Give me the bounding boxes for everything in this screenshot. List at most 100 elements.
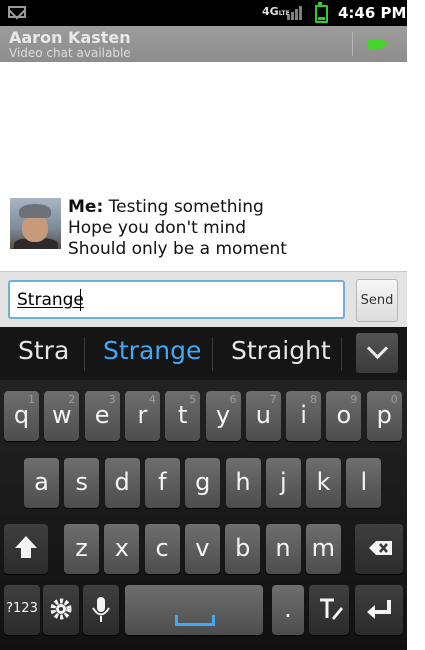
key-label: y xyxy=(215,401,231,429)
key-g[interactable]: g xyxy=(185,458,221,508)
contact-name: Aaron Kasten xyxy=(9,28,131,47)
shift-key[interactable] xyxy=(4,524,48,574)
key-label: s xyxy=(75,468,89,496)
key-u[interactable]: u7 xyxy=(245,391,281,441)
message-input[interactable]: Strange xyxy=(8,280,345,319)
key-m[interactable]: m xyxy=(305,524,341,574)
key-hint: 5 xyxy=(189,393,197,406)
settings-key[interactable] xyxy=(43,585,79,635)
keyboard: ?123 . q1w2e3r4t5y6u7i8o9p0asdfghjklzxcv… xyxy=(0,380,407,650)
key-i[interactable]: i8 xyxy=(286,391,322,441)
message-line: Testing something xyxy=(108,197,264,217)
key-h[interactable]: h xyxy=(225,458,261,508)
key-label: h xyxy=(235,468,251,496)
voice-input-key[interactable] xyxy=(83,585,119,635)
chevron-down-icon xyxy=(366,337,389,360)
key-b[interactable]: b xyxy=(225,524,261,574)
suggestion-strip: Stra Strange Straight xyxy=(0,327,407,380)
key-c[interactable]: c xyxy=(144,524,180,574)
battery-icon xyxy=(315,2,328,23)
key-label: r xyxy=(137,401,148,429)
key-y[interactable]: y6 xyxy=(205,391,241,441)
signal-icon xyxy=(287,6,305,20)
suggestion-divider xyxy=(84,337,85,371)
suggestion-divider xyxy=(212,337,213,371)
key-z[interactable]: z xyxy=(64,524,99,574)
gear-icon xyxy=(50,598,72,620)
key-label: n xyxy=(275,534,291,562)
phone-screen: 4GLTE 4:46 PM Aaron Kasten Video chat av… xyxy=(0,0,407,650)
key-e[interactable]: e3 xyxy=(84,391,120,441)
key-label: g xyxy=(195,468,211,496)
text-edit-key[interactable] xyxy=(309,585,349,635)
text-caret xyxy=(80,289,81,311)
key-label: o xyxy=(336,401,352,429)
message-line: Should only be a moment xyxy=(68,239,287,259)
key-hint: 9 xyxy=(350,393,358,406)
key-j[interactable]: j xyxy=(265,458,301,508)
message-line: Hope you don't mind xyxy=(68,218,247,238)
key-o[interactable]: o9 xyxy=(326,391,362,441)
key-label: f xyxy=(158,468,167,496)
suggestion-item[interactable]: Straight xyxy=(231,336,331,365)
chat-header: Aaron Kasten Video chat available xyxy=(0,26,407,62)
suggestion-item-selected[interactable]: Strange xyxy=(103,336,201,365)
key-n[interactable]: n xyxy=(265,524,301,574)
key-label: z xyxy=(75,534,88,562)
backspace-key[interactable] xyxy=(355,524,403,574)
key-label: e xyxy=(94,401,110,429)
key-hint: 4 xyxy=(148,393,156,406)
key-r[interactable]: r4 xyxy=(124,391,160,441)
contact-status: Video chat available xyxy=(9,46,131,60)
key-w[interactable]: w2 xyxy=(44,391,80,441)
status-bar: 4GLTE 4:46 PM xyxy=(0,0,407,26)
backspace-icon xyxy=(369,541,392,555)
key-a[interactable]: a xyxy=(24,458,59,508)
key-d[interactable]: d xyxy=(104,458,140,508)
key-v[interactable]: v xyxy=(184,524,220,574)
shift-arrow-icon xyxy=(15,536,37,558)
key-label: t xyxy=(177,401,188,429)
key-q[interactable]: q1 xyxy=(4,391,39,441)
key-x[interactable]: x xyxy=(104,524,140,574)
key-s[interactable]: s xyxy=(64,458,100,508)
key-label: v xyxy=(195,534,210,562)
key-label: p xyxy=(376,401,392,429)
key-label: u xyxy=(255,401,271,429)
key-label: i xyxy=(300,401,307,429)
space-key[interactable] xyxy=(125,585,263,635)
key-label: d xyxy=(114,468,130,496)
key-hint: 3 xyxy=(108,393,116,406)
key-label: q xyxy=(13,401,30,429)
video-camera-icon[interactable] xyxy=(368,39,389,49)
key-t[interactable]: t5 xyxy=(165,391,201,441)
key-label: m xyxy=(311,534,335,562)
key-k[interactable]: k xyxy=(306,458,342,508)
message-item: Me: Testing something Hope you don't min… xyxy=(0,195,407,265)
key-f[interactable]: f xyxy=(144,458,180,508)
enter-arrow-icon xyxy=(367,600,391,619)
key-label: k xyxy=(316,468,331,496)
key-hint: 2 xyxy=(68,393,76,406)
key-hint: 1 xyxy=(28,393,35,406)
network-indicator: 4GLTE xyxy=(262,5,290,18)
collapse-suggestions-button[interactable] xyxy=(356,333,398,373)
enter-key[interactable] xyxy=(355,585,403,635)
text-edit-icon xyxy=(320,598,343,620)
compose-bar: Strange Send xyxy=(0,271,407,328)
key-hint: 8 xyxy=(310,393,318,406)
clock: 4:46 PM xyxy=(338,4,407,22)
symbols-key[interactable]: ?123 xyxy=(4,585,40,635)
header-divider xyxy=(352,32,353,56)
period-key[interactable]: . xyxy=(272,585,304,635)
avatar xyxy=(10,198,61,249)
key-label: c xyxy=(155,534,169,562)
key-p[interactable]: p0 xyxy=(366,391,402,441)
key-l[interactable]: l xyxy=(346,458,382,508)
key-label: b xyxy=(235,534,251,562)
message-text: Me: Testing something Hope you don't min… xyxy=(68,197,287,260)
message-sender: Me: xyxy=(68,197,104,217)
mail-icon xyxy=(8,6,26,18)
send-button[interactable]: Send xyxy=(356,279,398,322)
suggestion-item[interactable]: Stra xyxy=(18,336,69,365)
